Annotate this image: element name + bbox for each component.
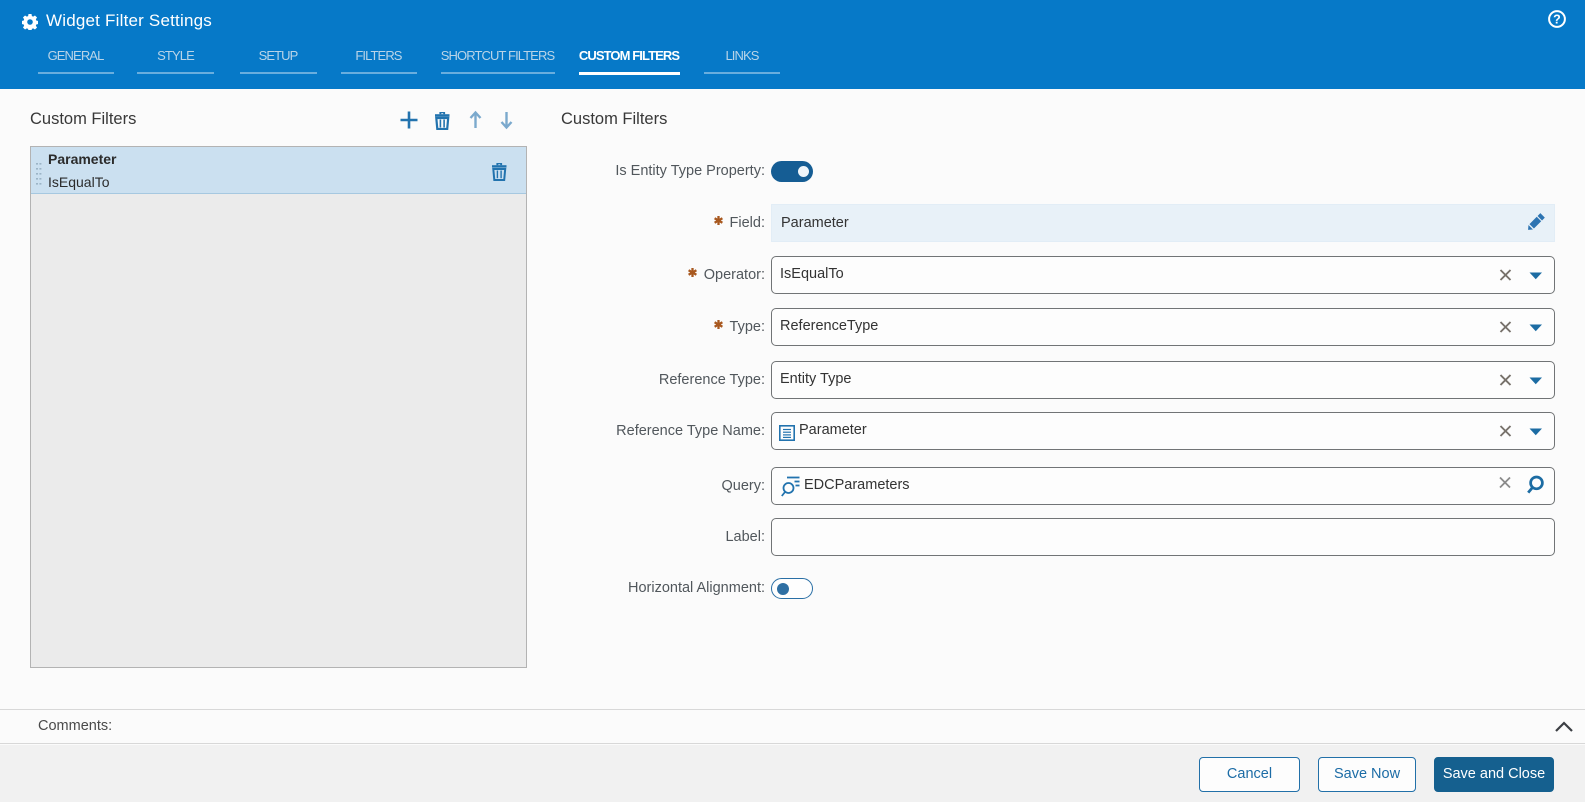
svg-text:?: ? bbox=[1553, 13, 1561, 27]
